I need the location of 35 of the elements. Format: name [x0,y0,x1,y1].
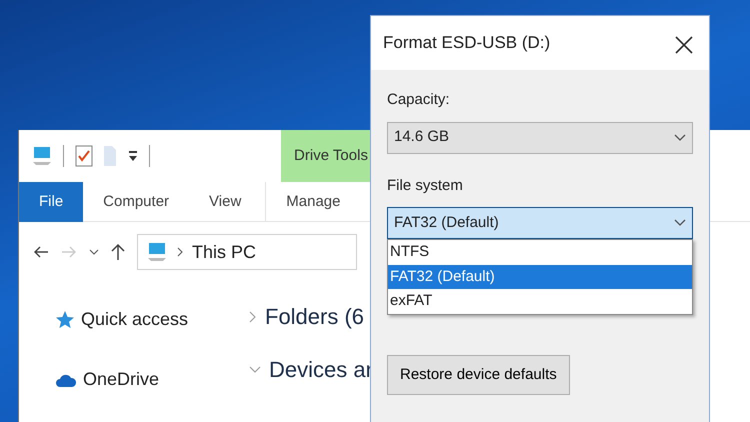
close-icon [675,36,693,54]
chevron-right-icon[interactable] [249,310,257,322]
select-value: FAT32 (Default) [394,212,499,233]
ribbon-tab[interactable]: Manage [265,182,360,222]
dropdown-option[interactable]: NTFS [388,240,692,264]
ribbon-tab[interactable]: File [19,182,84,222]
back-icon[interactable] [33,245,49,259]
group-header: Folders (6 [265,303,364,331]
computer-icon[interactable] [31,146,53,166]
ribbon-tab[interactable]: View [189,182,262,222]
nav-label: Quick access [81,308,188,331]
restore-defaults-button[interactable]: Restore device defaults [387,354,570,395]
dropdown-option[interactable]: FAT32 (Default) [388,264,692,289]
field-label: File system [387,176,463,196]
address-bar[interactable]: This PC [137,234,357,270]
dropdown-icon[interactable] [127,149,139,163]
capacity-select[interactable]: 14.6 GB [387,122,693,154]
chevron-down-icon[interactable] [89,248,99,256]
chevron-right-icon [176,246,184,258]
field-label: Capacity: [387,90,450,110]
checklist-icon[interactable] [75,145,93,167]
file-system-select[interactable]: FAT32 (Default) [387,207,693,239]
separator-icon [149,145,151,167]
nav-label: OneDrive [83,368,160,391]
computer-icon [146,242,168,262]
address-path: This PC [192,240,256,264]
chevron-down-icon [674,219,686,227]
dialog-title: Format ESD-USB (D:) [383,32,550,54]
ribbon-tab[interactable]: Computer [83,182,190,222]
separator-icon [63,145,65,167]
star-icon [55,310,75,330]
chevron-down-icon [674,134,686,142]
select-value: 14.6 GB [394,127,450,148]
up-arrow-icon[interactable] [111,243,125,261]
dropdown-option[interactable]: exFAT [388,289,692,314]
